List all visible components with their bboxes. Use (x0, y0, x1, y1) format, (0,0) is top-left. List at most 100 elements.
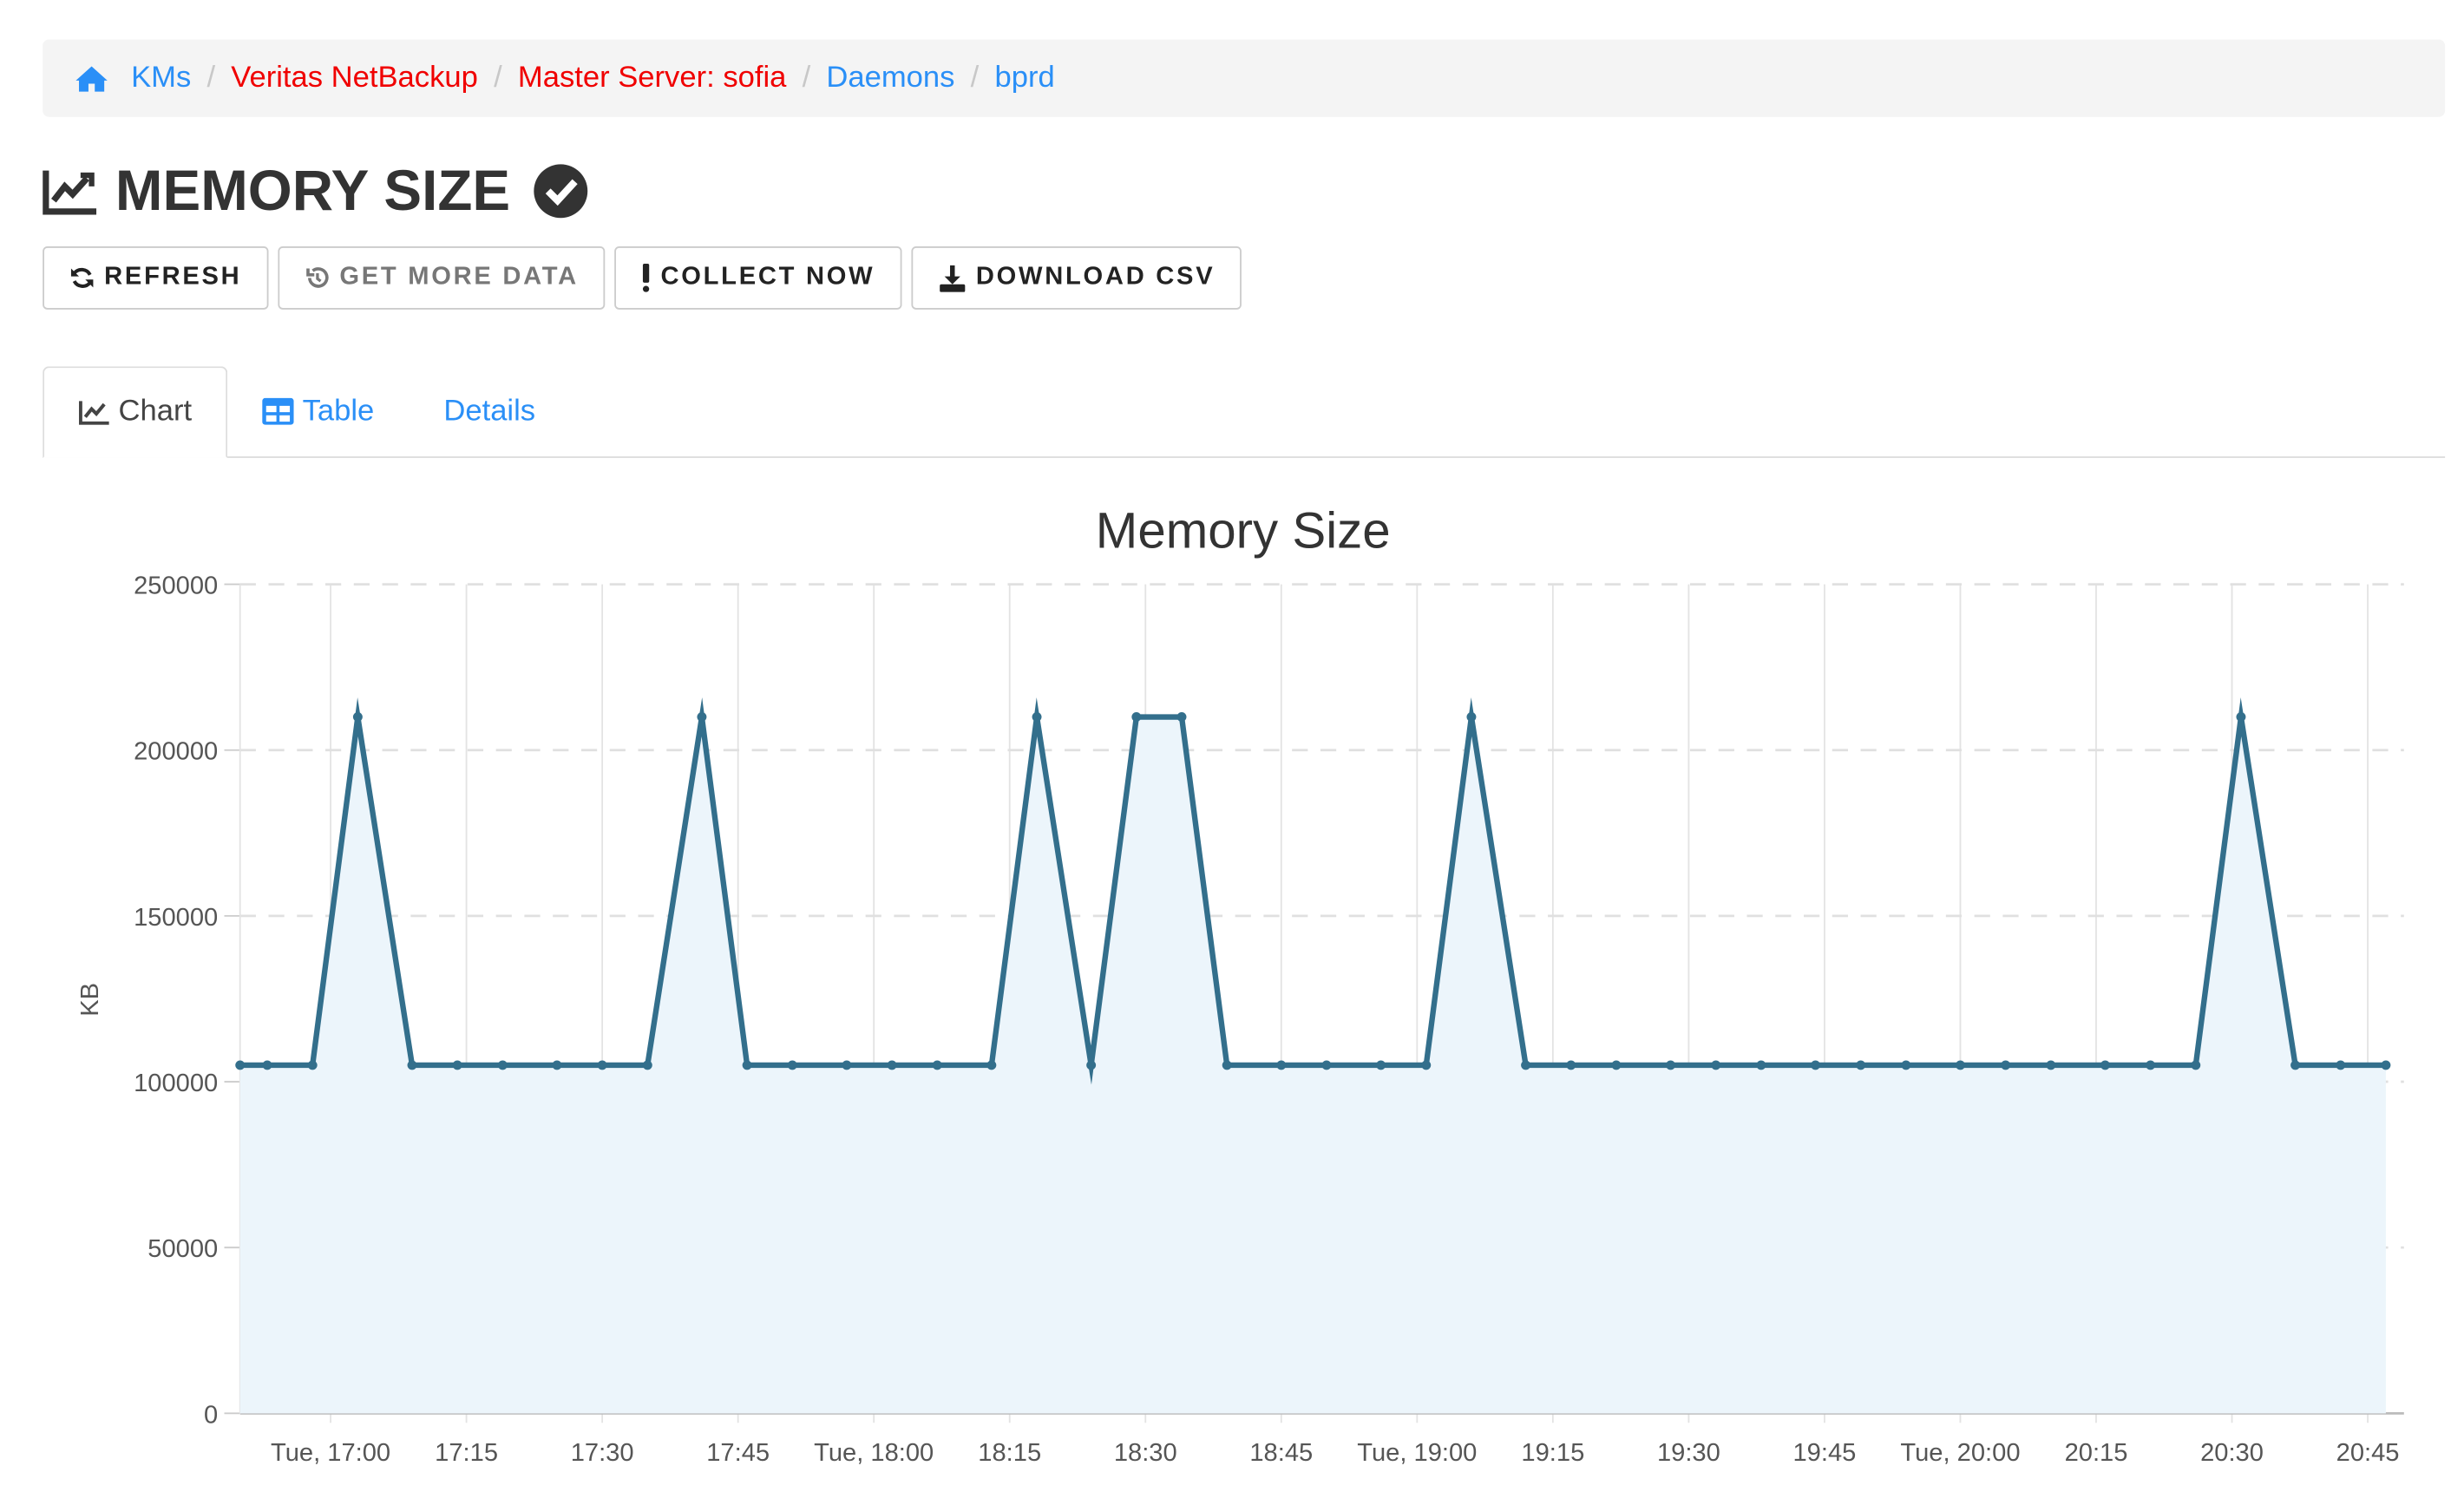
breadcrumb-veritas-netbackup[interactable]: Veritas NetBackup (231, 61, 478, 95)
tab-chart-label: Chart (118, 395, 193, 429)
data-point (1321, 1060, 1332, 1070)
breadcrumb-kms[interactable]: KMs (131, 61, 191, 95)
data-point (1521, 1060, 1531, 1070)
history-icon (306, 267, 329, 288)
x-tick-label: 19:45 (1792, 1439, 1856, 1467)
data-point (932, 1060, 942, 1070)
x-tick-label: 17:30 (571, 1439, 634, 1467)
data-point (697, 712, 707, 722)
breadcrumb-separator: / (970, 61, 980, 95)
breadcrumb: KMs / Veritas NetBackup / Master Server:… (43, 39, 2446, 117)
refresh-button[interactable]: REFRESH (43, 245, 269, 310)
data-point (407, 1060, 417, 1070)
data-point (235, 1060, 246, 1070)
data-point (787, 1060, 797, 1070)
line-chart-icon (79, 401, 109, 425)
data-point (1086, 1060, 1097, 1070)
y-tick-label: 150000 (134, 904, 218, 932)
data-point (742, 1060, 752, 1070)
download-csv-button[interactable]: DOWNLOAD CSV (911, 245, 1242, 310)
x-tick-label: 19:15 (1521, 1439, 1584, 1467)
y-tick-label: 50000 (147, 1235, 218, 1263)
refresh-label: REFRESH (104, 264, 242, 291)
data-point (1376, 1060, 1386, 1070)
line-chart-icon (43, 170, 97, 215)
data-point (986, 1060, 997, 1070)
page-title-row: MEMORY SIZE (43, 158, 589, 224)
y-tick-label: 0 (204, 1401, 218, 1429)
x-tick-label: 19:30 (1657, 1439, 1720, 1467)
tab-bar: Chart Table Details (43, 366, 2446, 458)
data-point (1901, 1060, 1911, 1070)
data-point (1222, 1060, 1232, 1070)
x-tick-label: 20:30 (2200, 1439, 2264, 1467)
data-point (497, 1060, 508, 1070)
home-icon[interactable] (75, 64, 109, 93)
breadcrumb-separator: / (494, 61, 502, 95)
toolbar: REFRESH GET MORE DATA COLLECT NOW DOWNLO… (43, 245, 1242, 310)
x-tick-label: Tue, 20:00 (1900, 1439, 2020, 1467)
data-point (2381, 1060, 2391, 1070)
data-point (1956, 1060, 1965, 1070)
x-tick-label: 17:15 (435, 1439, 498, 1467)
breadcrumb-daemons[interactable]: Daemons (826, 61, 954, 95)
page-title: MEMORY SIZE (115, 158, 511, 223)
data-point (2001, 1060, 2011, 1070)
x-tick-label: 20:45 (2336, 1439, 2400, 1467)
y-tick-label: 250000 (134, 573, 218, 600)
data-point (642, 1060, 652, 1070)
x-tick-label: 18:45 (1249, 1439, 1313, 1467)
data-point (1666, 1060, 1675, 1070)
collect-now-label: COLLECT NOW (660, 264, 875, 291)
x-tick-label: Tue, 19:00 (1357, 1439, 1477, 1467)
get-more-data-label: GET MORE DATA (339, 264, 579, 291)
data-point (262, 1060, 272, 1070)
data-point (1131, 712, 1142, 722)
x-tick-label: Tue, 17:00 (271, 1439, 390, 1467)
x-tick-label: 18:15 (978, 1439, 1041, 1467)
data-point (1566, 1060, 1576, 1070)
y-axis-label: KB (76, 983, 104, 1017)
breadcrumb-bprd[interactable]: bprd (994, 61, 1054, 95)
x-tick-label: 20:15 (2065, 1439, 2128, 1467)
breadcrumb-separator: / (802, 61, 811, 95)
chart-title: Memory Size (1096, 503, 1391, 559)
download-csv-label: DOWNLOAD CSV (975, 264, 1216, 291)
data-point (1032, 712, 1042, 722)
download-icon (939, 264, 966, 291)
data-point (2290, 1060, 2301, 1070)
x-tick-label: 17:45 (706, 1439, 770, 1467)
data-point (452, 1060, 462, 1070)
table-icon (263, 397, 295, 425)
tab-details[interactable]: Details (409, 366, 570, 456)
data-point (597, 1060, 607, 1070)
data-point (2191, 1060, 2201, 1070)
data-point (1856, 1060, 1866, 1070)
data-point (1611, 1060, 1622, 1070)
tab-chart[interactable]: Chart (43, 366, 229, 458)
breadcrumb-master-server[interactable]: Master Server: sofia (518, 61, 786, 95)
tab-table-label: Table (302, 394, 375, 428)
data-point (1421, 1060, 1432, 1070)
get-more-data-button[interactable]: GET MORE DATA (278, 245, 606, 310)
exclamation-icon (643, 264, 650, 292)
data-point (1276, 1060, 1287, 1070)
data-point (552, 1060, 562, 1070)
memory-size-chart: Memory Size KB Tue, 17:00 17:15 17:30 17:45 Tu… (76, 503, 2404, 1467)
data-point (887, 1060, 897, 1070)
data-point (1811, 1060, 1820, 1070)
data-point (1711, 1060, 1721, 1070)
data-point (352, 712, 363, 722)
x-tick-label: Tue, 18:00 (814, 1439, 934, 1467)
data-point (307, 1060, 318, 1070)
tab-details-label: Details (443, 394, 536, 428)
x-tick-label: 18:30 (1114, 1439, 1177, 1467)
data-point (1466, 712, 1477, 722)
page: KMs / Veritas NetBackup / Master Server:… (0, 0, 2464, 1505)
refresh-icon (70, 267, 94, 288)
data-point (2146, 1060, 2156, 1070)
data-point (2336, 1060, 2346, 1070)
collect-now-button[interactable]: COLLECT NOW (614, 245, 902, 310)
tab-table[interactable]: Table (228, 366, 409, 456)
y-tick-label: 100000 (134, 1070, 218, 1097)
